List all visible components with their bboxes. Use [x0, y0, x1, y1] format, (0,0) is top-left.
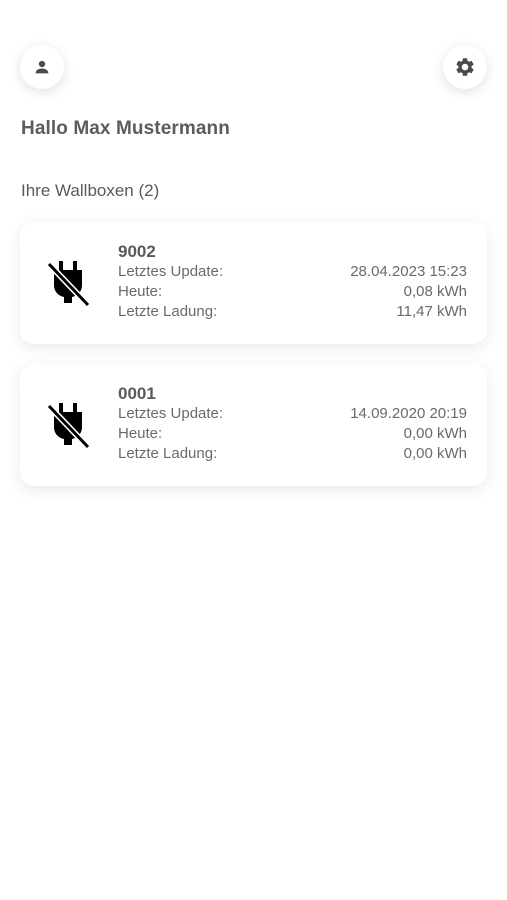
- today-row: Heute: 0,08 kWh: [118, 283, 467, 301]
- today-value: 0,08 kWh: [403, 283, 467, 300]
- today-label: Heute:: [118, 425, 163, 442]
- settings-button[interactable]: [443, 45, 487, 89]
- last-update-label: Letztes Update:: [118, 263, 224, 280]
- greeting-text: Hallo Max Mustermann: [21, 118, 230, 139]
- last-update-value: 14.09.2020 20:19: [350, 405, 467, 422]
- last-charge-label: Letzte Ladung:: [118, 303, 218, 320]
- today-value: 0,00 kWh: [403, 425, 467, 442]
- last-update-label: Letztes Update:: [118, 405, 224, 422]
- wallboxes-section-title: Ihre Wallboxen (2): [21, 181, 160, 200]
- gear-icon: [454, 56, 476, 78]
- wallbox-id: 0001: [118, 384, 156, 403]
- power-off-plug-icon: [46, 258, 92, 308]
- last-charge-row: Letzte Ladung: 11,47 kWh: [118, 303, 467, 321]
- last-charge-row: Letzte Ladung: 0,00 kWh: [118, 445, 467, 463]
- person-icon: [33, 58, 51, 76]
- power-off-plug-icon: [46, 400, 92, 450]
- last-charge-value: 0,00 kWh: [403, 445, 467, 462]
- last-charge-label: Letzte Ladung:: [118, 445, 218, 462]
- last-update-value: 28.04.2023 15:23: [350, 263, 467, 280]
- last-update-row: Letztes Update: 14.09.2020 20:19: [118, 405, 467, 423]
- last-charge-value: 11,47 kWh: [396, 303, 467, 320]
- profile-button[interactable]: [20, 45, 64, 89]
- last-update-row: Letztes Update: 28.04.2023 15:23: [118, 263, 467, 281]
- home-screen: Hallo Max Mustermann Ihre Wallboxen (2) …: [0, 0, 507, 900]
- wallbox-id: 9002: [118, 242, 156, 261]
- today-row: Heute: 0,00 kWh: [118, 425, 467, 443]
- today-label: Heute:: [118, 283, 163, 300]
- wallbox-card[interactable]: 9002 Letztes Update: 28.04.2023 15:23 He…: [20, 222, 487, 344]
- wallbox-card[interactable]: 0001 Letztes Update: 14.09.2020 20:19 He…: [20, 364, 487, 486]
